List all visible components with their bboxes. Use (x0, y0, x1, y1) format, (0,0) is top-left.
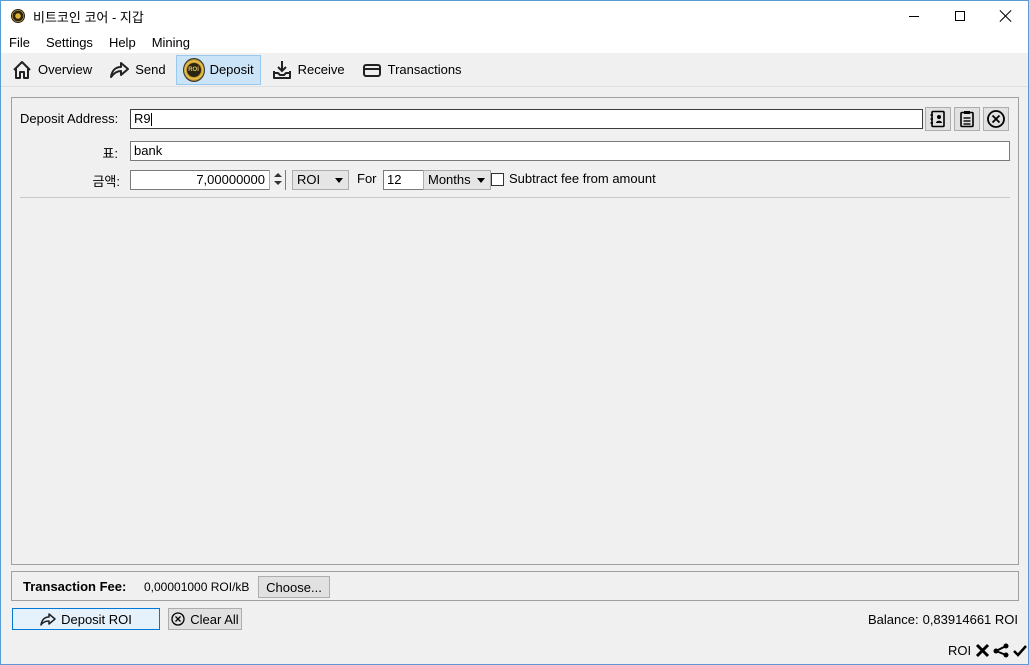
menu-bar: File Settings Help Mining (1, 31, 1028, 53)
chevron-down-icon (477, 178, 485, 183)
maximize-icon (955, 11, 965, 21)
staking-disabled-icon (976, 643, 990, 658)
tab-overview[interactable]: Overview (5, 55, 98, 85)
close-button[interactable] (983, 1, 1028, 31)
tab-send-label: Send (135, 62, 166, 77)
deposit-address-value: R9 (134, 111, 151, 126)
menu-mining[interactable]: Mining (144, 35, 198, 50)
fee-panel: Transaction Fee: 0,00001000 ROI/kB Choos… (11, 571, 1019, 601)
amount-input[interactable]: 7,00000000 (130, 170, 286, 190)
text-cursor (150, 113, 152, 127)
synced-checkmark-icon (1013, 644, 1028, 657)
transaction-fee-value: 0,00001000 ROI/kB (144, 580, 250, 594)
balance-label: Balance: (868, 612, 919, 627)
balance-display: Balance: 0,83914661 ROI (868, 612, 1018, 627)
period-unit-value: Months (428, 172, 471, 187)
transaction-fee-label: Transaction Fee: (23, 579, 127, 594)
status-bar: ROI (948, 643, 1028, 658)
paste-button[interactable] (954, 107, 980, 131)
remove-entry-button[interactable] (983, 107, 1009, 131)
amount-spinner[interactable] (269, 170, 285, 190)
choose-fee-button[interactable]: Choose... (258, 576, 330, 598)
entry-divider (20, 197, 1010, 198)
deposit-coin-icon: ROI (182, 57, 205, 82)
deposit-roi-label: Deposit ROI (61, 611, 132, 627)
deposit-roi-button[interactable]: Deposit ROI (12, 608, 160, 630)
clear-all-button[interactable]: Clear All (168, 608, 242, 630)
minimize-button[interactable] (891, 1, 937, 31)
main-toolbar: Overview Send ROI Deposit Receive Transa… (1, 53, 1028, 87)
deposit-address-label: Deposit Address: (20, 111, 119, 126)
credit-card-icon (361, 59, 383, 81)
amount-value: 7,00000000 (196, 172, 265, 187)
status-unit[interactable]: ROI (948, 643, 971, 658)
period-input[interactable]: 12 (383, 170, 424, 190)
label-input[interactable]: bank (130, 141, 1010, 161)
deposit-address-input[interactable]: R9 (130, 109, 923, 129)
menu-help[interactable]: Help (101, 35, 144, 50)
spin-up-icon (274, 173, 282, 177)
paste-clipboard-icon (960, 111, 974, 128)
tab-receive-label: Receive (297, 62, 345, 77)
subtract-fee-checkbox[interactable] (491, 173, 504, 186)
deposit-coin-logo: ROI (182, 57, 205, 82)
chevron-down-icon (335, 178, 343, 183)
for-label: For (357, 171, 377, 186)
clear-circle-x-icon (171, 612, 185, 626)
address-book-icon (930, 110, 945, 128)
send-arrow-icon (40, 613, 56, 626)
tab-receive[interactable]: Receive (265, 55, 351, 85)
tab-overview-label: Overview (38, 62, 93, 77)
app-window: 비트코인 코어 - 지갑 File Settings Help Mining O… (0, 0, 1029, 665)
home-icon (11, 59, 33, 81)
send-arrow-icon (108, 59, 130, 81)
tab-transactions[interactable]: Transactions (355, 55, 468, 85)
app-logo-icon (11, 9, 25, 23)
menu-file[interactable]: File (1, 35, 38, 50)
tab-deposit-label: Deposit (209, 62, 254, 77)
unit-select-value: ROI (297, 172, 321, 187)
period-unit-select[interactable]: Months (423, 170, 491, 190)
maximize-button[interactable] (937, 1, 983, 31)
period-value: 12 (387, 172, 402, 187)
tab-transactions-label: Transactions (387, 62, 462, 77)
receive-inbox-icon (271, 59, 293, 81)
minimize-icon (909, 15, 919, 17)
clear-all-label: Clear All (190, 611, 239, 627)
tab-send[interactable]: Send (102, 55, 171, 85)
label-value: bank (134, 143, 163, 158)
title-bar: 비트코인 코어 - 지갑 (1, 1, 1028, 31)
subtract-fee-label[interactable]: Subtract fee from amount (509, 171, 656, 186)
deposit-entry-panel: Deposit Address: R9 표: bank 금액: 7,000000… (11, 97, 1019, 565)
remove-circle-x-icon (987, 110, 1005, 128)
spin-down-icon (274, 181, 282, 185)
menu-settings[interactable]: Settings (38, 35, 101, 50)
choose-fee-label: Choose... (266, 579, 322, 595)
network-connections-icon[interactable] (993, 643, 1010, 658)
window-title: 비트코인 코어 - 지갑 (33, 9, 144, 25)
close-icon (1000, 10, 1012, 22)
unit-select[interactable]: ROI (292, 170, 349, 190)
tab-deposit[interactable]: ROI Deposit (175, 54, 261, 85)
amount-label: 금액: (92, 174, 120, 189)
address-book-button[interactable] (925, 107, 951, 131)
label-field-label: 표: (102, 146, 118, 161)
balance-value: 0,83914661 ROI (922, 612, 1018, 627)
